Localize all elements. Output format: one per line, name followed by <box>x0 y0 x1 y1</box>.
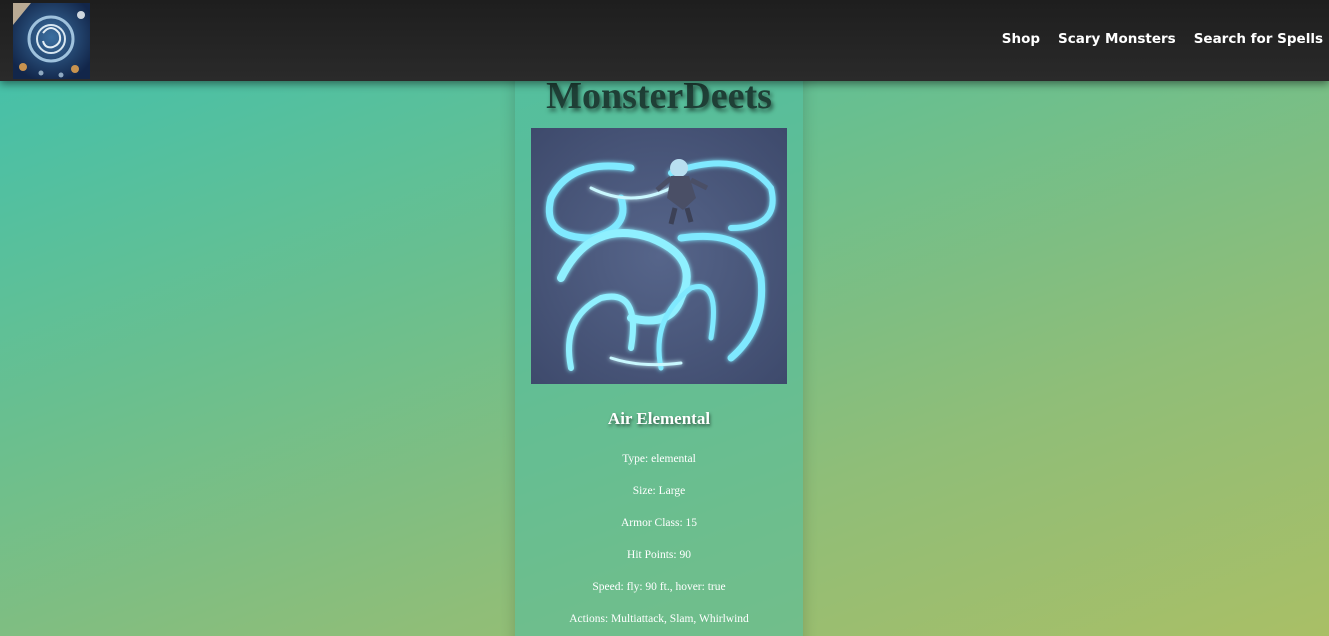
monster-image <box>531 128 787 384</box>
monster-type: Type: elemental <box>622 453 696 465</box>
monster-hit-points: Hit Points: 90 <box>627 549 691 561</box>
site-logo[interactable] <box>13 3 90 79</box>
dragon-medallion-icon <box>13 3 90 79</box>
top-navbar: Shop Scary Monsters Search for Spells <box>0 0 1329 81</box>
nav-link-shop[interactable]: Shop <box>1002 31 1040 47</box>
monster-name: Air Elemental <box>607 409 711 428</box>
nav-link-scary-monsters[interactable]: Scary Monsters <box>1058 31 1176 47</box>
monster-armor-class: Armor Class: 15 <box>620 517 698 529</box>
monster-size: Size: Large <box>632 485 686 497</box>
nav-links: Shop Scary Monsters Search for Spells <box>1002 31 1323 47</box>
monster-actions: Actions: Multiattack, Slam, Whirlwind <box>569 613 749 625</box>
nav-link-search-spells[interactable]: Search for Spells <box>1194 31 1323 47</box>
monster-card: MonsterDeets Air Elemental Type: element… <box>515 60 803 636</box>
monster-speed: Speed: fly: 90 ft., hover: true <box>592 581 726 593</box>
